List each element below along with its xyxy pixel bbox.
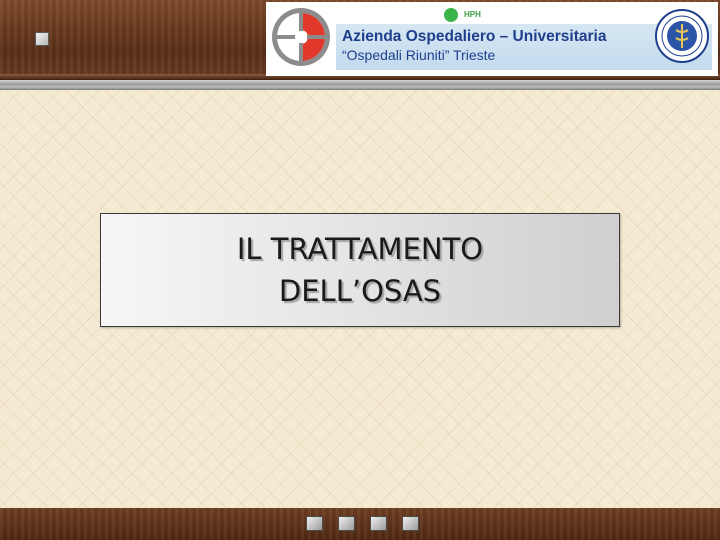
university-seal-icon bbox=[655, 9, 709, 63]
previous-slide-icon[interactable] bbox=[338, 516, 355, 531]
slide-title-line-1: IL TRATTAMENTO bbox=[236, 232, 484, 266]
hph-logo-icon bbox=[444, 8, 458, 22]
hospital-logo-icon bbox=[272, 8, 330, 66]
slide-title-line-2: DELL’OSAS bbox=[278, 274, 442, 308]
square-icon bbox=[35, 32, 49, 46]
organization-title: Azienda Ospedaliero – Universitaria bbox=[342, 28, 607, 45]
header-banner: HPH Azienda Ospedaliero – Universitaria … bbox=[266, 2, 718, 76]
slide-title-box: IL TRATTAMENTO DELL’OSAS bbox=[100, 213, 620, 327]
header-divider bbox=[0, 80, 720, 90]
hph-label: HPH bbox=[464, 10, 481, 19]
next-slide-icon[interactable] bbox=[370, 516, 387, 531]
slide-navigation bbox=[306, 516, 419, 531]
last-slide-icon[interactable] bbox=[402, 516, 419, 531]
first-slide-icon[interactable] bbox=[306, 516, 323, 531]
organization-subtitle: “Ospedali Riuniti” Trieste bbox=[342, 47, 496, 63]
